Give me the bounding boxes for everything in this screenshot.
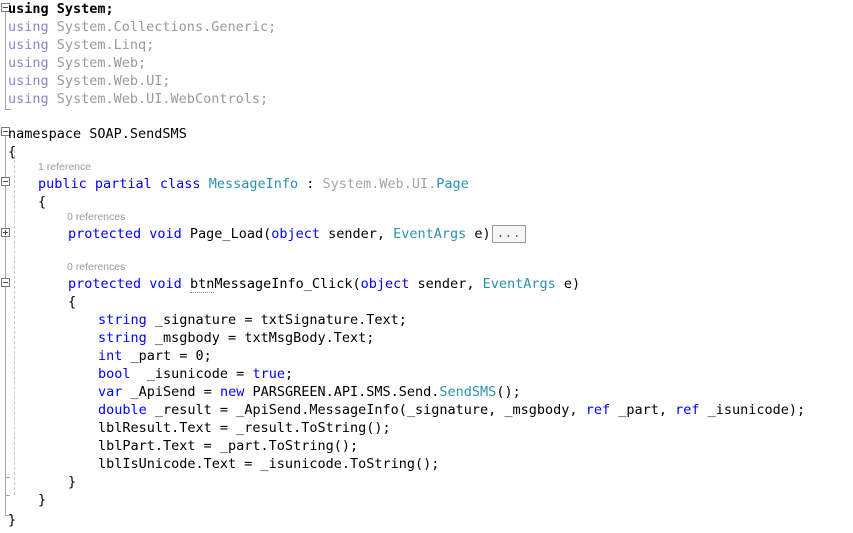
code-line[interactable]: using System.Web.UI.WebControls; xyxy=(8,90,268,108)
code-token: object xyxy=(271,226,320,242)
code-token: } xyxy=(38,492,47,508)
code-editor-surface[interactable]: 1 reference 0 references 0 references using… xyxy=(0,0,853,533)
code-token: { xyxy=(68,294,77,310)
code-line[interactable]: } xyxy=(68,473,76,491)
code-token: lblPart.Text = _part.ToString(); xyxy=(98,438,359,454)
code-line[interactable]: protected void btnMessageInfo_Click(obje… xyxy=(68,275,580,293)
code-token: new xyxy=(219,384,245,400)
code-token: double xyxy=(98,402,147,418)
code-token: btn xyxy=(189,276,215,293)
code-token: SOAP.SendSMS xyxy=(81,126,187,142)
code-token: lblIsUnicode.Text = _isunicode.ToString(… xyxy=(98,456,440,472)
code-token: (); xyxy=(496,384,521,400)
code-token: _result = _ApiSend.MessageInfo(_signatur… xyxy=(146,402,586,418)
code-line[interactable]: protected void Page_Load(object sender, … xyxy=(68,225,527,243)
code-token: ref xyxy=(675,402,700,418)
code-line[interactable]: { xyxy=(68,293,76,311)
code-token: MessageInfo_Click( xyxy=(214,276,361,292)
code-token: object xyxy=(360,276,410,292)
code-token: sender, xyxy=(319,226,394,242)
code-line[interactable]: using System.Linq; xyxy=(8,36,154,54)
codelens-reference-count[interactable]: 1 reference xyxy=(38,160,91,174)
code-line[interactable]: { xyxy=(38,193,46,211)
code-token: ; xyxy=(284,366,294,382)
code-line[interactable]: using System; xyxy=(8,0,114,18)
code-token: using xyxy=(8,19,49,35)
code-token: System.Web; xyxy=(48,55,147,71)
code-token: _msgbody = txtMsgBody.Text; xyxy=(146,330,375,346)
code-line[interactable]: string _signature = txtSignature.Text; xyxy=(98,311,407,329)
code-line[interactable]: lblIsUnicode.Text = _isunicode.ToString(… xyxy=(98,455,439,473)
code-token: Page_Load( xyxy=(181,226,272,242)
code-line[interactable]: double _result = _ApiSend.MessageInfo(_s… xyxy=(98,401,805,419)
code-token: var xyxy=(98,384,123,400)
code-token: lblResult.Text = _result.ToString(); xyxy=(98,420,391,436)
code-token: using xyxy=(8,73,49,89)
code-token: : xyxy=(298,176,323,192)
code-token: MessageInfo xyxy=(208,176,299,192)
code-token: using xyxy=(8,55,49,71)
code-token: { xyxy=(8,144,17,160)
code-token: _part = 0; xyxy=(122,348,212,364)
code-text-layer[interactable]: 1 reference 0 references 0 references using… xyxy=(0,0,853,533)
code-token: protected void xyxy=(68,226,182,242)
code-token: PARSGREEN.API.SMS.Send. xyxy=(244,384,440,400)
code-token: true xyxy=(252,366,285,382)
code-token: } xyxy=(8,512,17,528)
code-token: string xyxy=(98,312,147,328)
code-token: namespace xyxy=(8,126,82,142)
code-token: e) xyxy=(466,226,491,242)
code-line[interactable]: bool _isunicode = true; xyxy=(98,365,293,383)
codelens-reference-count[interactable]: 0 references xyxy=(67,260,125,274)
code-token: EventArgs xyxy=(393,226,467,242)
code-line[interactable]: using System.Collections.Generic; xyxy=(8,18,276,36)
code-line[interactable]: } xyxy=(38,491,46,509)
code-token: _part, xyxy=(610,402,676,418)
code-line[interactable]: public partial class MessageInfo : Syste… xyxy=(38,175,469,193)
code-token: _isunicode); xyxy=(699,402,806,418)
code-token: _signature = txtSignature.Text; xyxy=(146,312,407,328)
code-token: using xyxy=(8,91,49,107)
code-line[interactable]: { xyxy=(8,143,16,161)
code-token: using xyxy=(8,37,49,53)
code-token: SendSMS xyxy=(439,384,497,400)
code-token: bool xyxy=(98,366,131,382)
code-line[interactable]: } xyxy=(8,511,16,529)
code-token: int xyxy=(98,348,123,364)
code-token: System.Linq; xyxy=(48,37,155,53)
code-token: System.Web.UI; xyxy=(48,73,171,89)
code-line[interactable]: var _ApiSend = new PARSGREEN.API.SMS.Sen… xyxy=(98,383,521,401)
code-token: System; xyxy=(48,1,114,17)
code-line[interactable]: lblPart.Text = _part.ToString(); xyxy=(98,437,358,455)
code-token: protected void xyxy=(68,276,182,292)
code-token: EventArgs xyxy=(482,276,556,292)
code-line[interactable]: int _part = 0; xyxy=(98,347,212,365)
code-line[interactable]: using System.Web.UI; xyxy=(8,72,171,90)
code-token: using xyxy=(8,1,49,17)
code-token: _isunicode = xyxy=(130,366,253,382)
code-token: e) xyxy=(555,276,581,292)
codelens-reference-count[interactable]: 0 references xyxy=(67,210,125,224)
code-token: { xyxy=(38,194,47,210)
code-token: string xyxy=(98,330,147,346)
code-line[interactable]: lblResult.Text = _result.ToString(); xyxy=(98,419,391,437)
code-line[interactable]: string _msgbody = txtMsgBody.Text; xyxy=(98,329,374,347)
code-token: public partial class xyxy=(38,176,201,192)
code-token: System.Web.UI. xyxy=(322,176,437,192)
code-token: } xyxy=(68,474,77,490)
code-line[interactable]: using System.Web; xyxy=(8,54,146,72)
collapsed-region-ellipsis[interactable]: ... xyxy=(491,225,527,243)
code-token: System.Collections.Generic; xyxy=(48,19,277,35)
code-token: System.Web.UI.WebControls; xyxy=(48,91,269,107)
code-line[interactable]: namespace SOAP.SendSMS xyxy=(8,125,187,143)
code-token: Page xyxy=(436,176,469,192)
code-token: ref xyxy=(585,402,611,418)
code-token: _ApiSend = xyxy=(122,384,220,400)
code-token: sender, xyxy=(409,276,483,292)
